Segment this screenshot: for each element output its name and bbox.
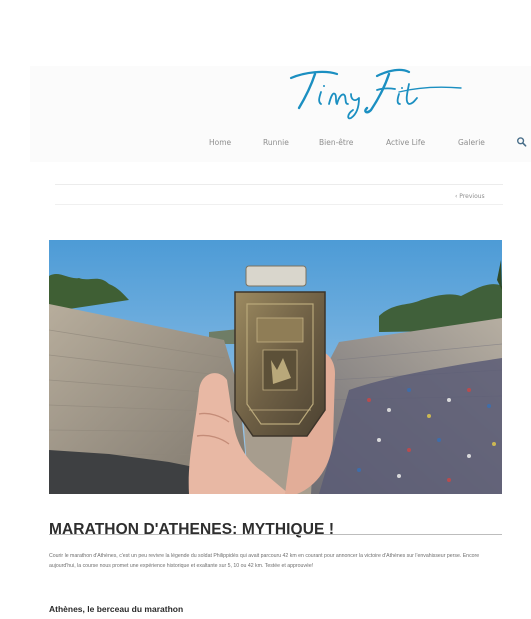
site-logo[interactable] — [285, 62, 465, 122]
post-hero-image[interactable] — [49, 240, 502, 494]
nav-item-galerie[interactable]: Galerie — [458, 138, 485, 147]
divider-top — [55, 184, 503, 185]
main-nav: Home Runnie Bien-être Active Life Galeri… — [0, 136, 531, 150]
nav-item-runnie[interactable]: Runnie — [263, 138, 289, 147]
nav-item-bien-etre[interactable]: Bien-être — [319, 138, 353, 147]
post-subheading: Athènes, le berceau du marathon — [49, 604, 184, 615]
post-title[interactable]: MARATHON D'ATHENES: MYTHIQUE ! — [49, 521, 334, 539]
previous-post-link[interactable]: ‹ Previous — [455, 193, 485, 200]
search-icon[interactable] — [516, 136, 528, 148]
nav-item-home[interactable]: Home — [209, 138, 231, 147]
post-excerpt: Courir le marathon d'Athènes, c'est un p… — [49, 553, 480, 570]
logo-script-mark — [289, 68, 462, 120]
divider-bottom — [55, 204, 503, 205]
nav-item-active-life[interactable]: Active Life — [386, 138, 425, 147]
title-divider — [49, 534, 502, 535]
